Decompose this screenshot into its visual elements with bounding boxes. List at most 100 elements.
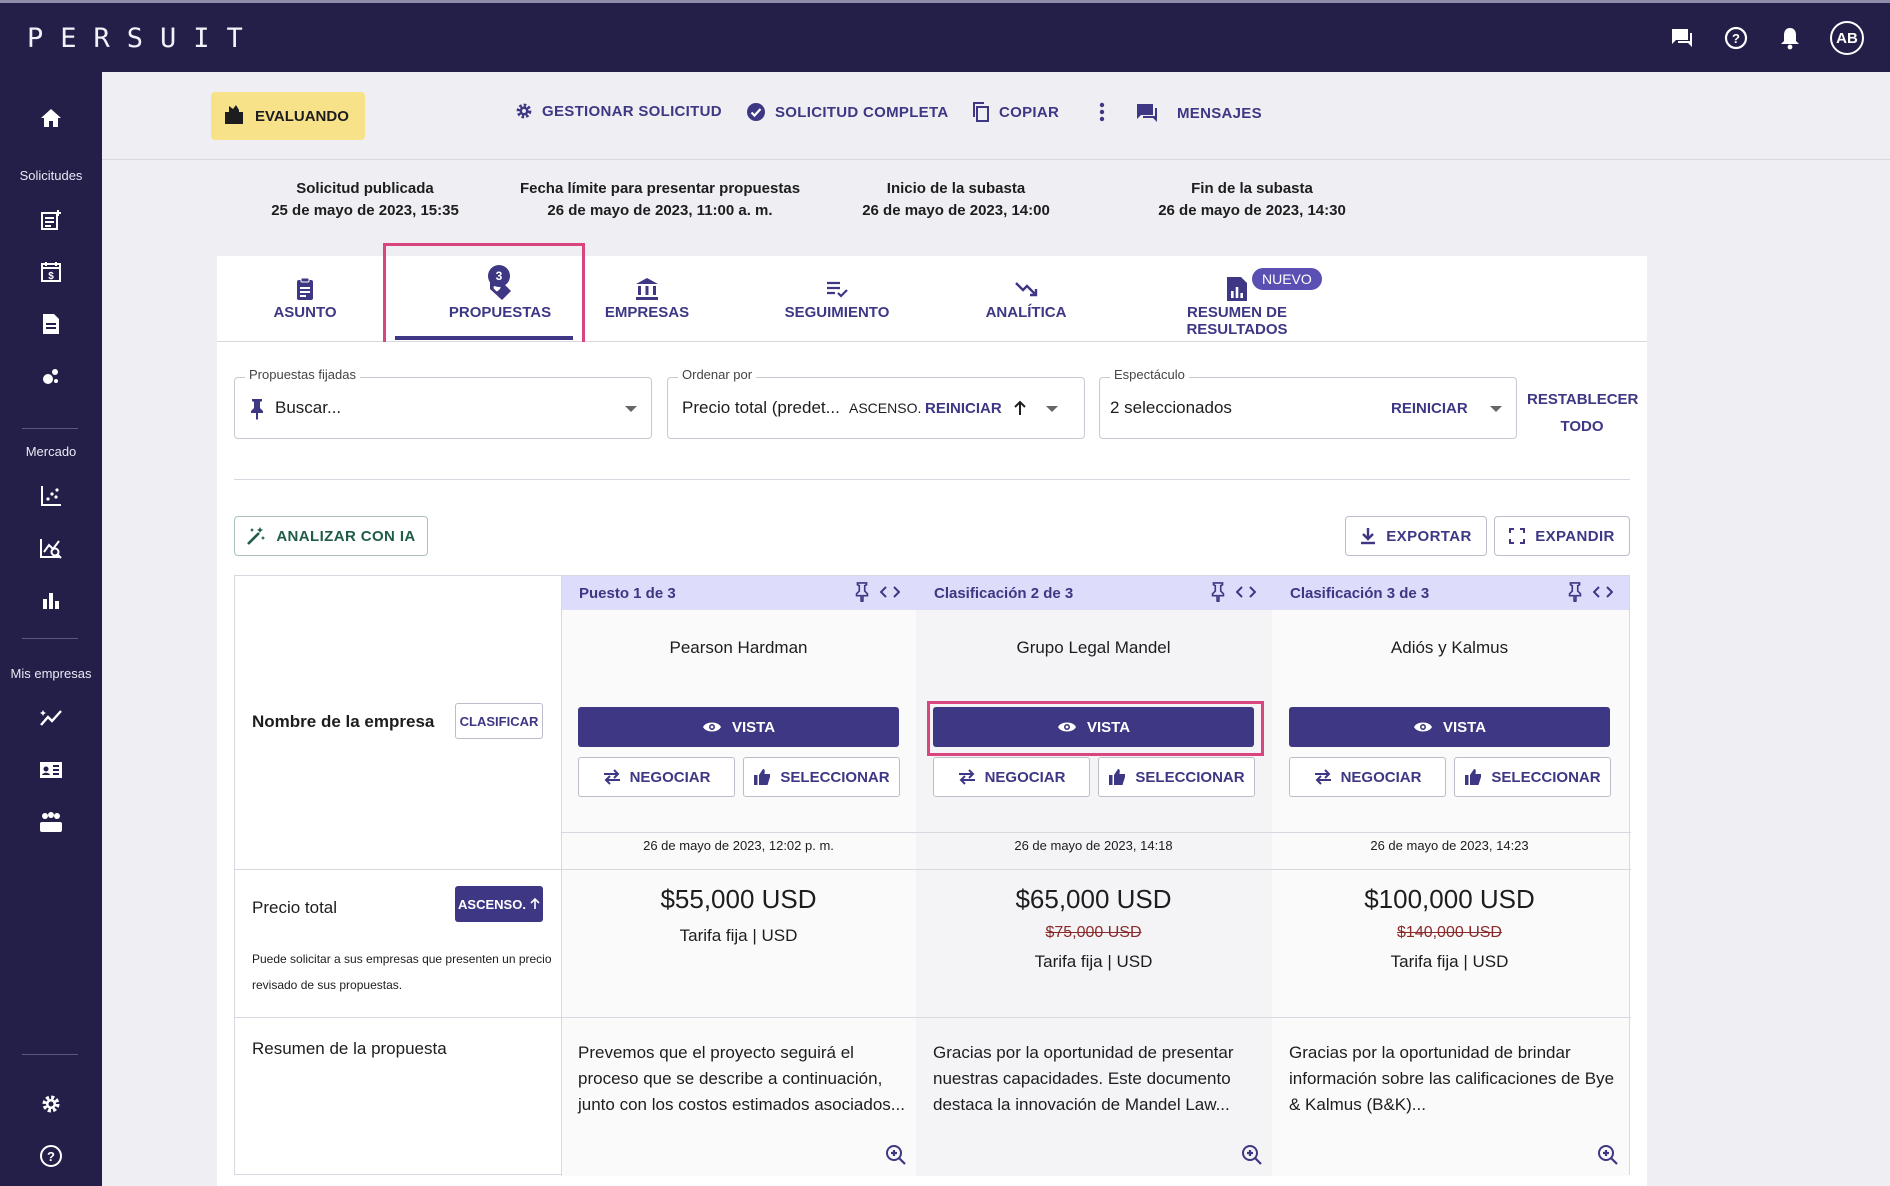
tab-asunto[interactable]: ASUNTO bbox=[255, 274, 355, 321]
request-action-bar: EVALUANDO GESTIONAR SOLICITUD SOLICITUD … bbox=[102, 72, 1890, 160]
tab-analitica[interactable]: ANALÍTICA bbox=[971, 274, 1081, 321]
date-auction-end-value: 26 de mayo de 2023, 14:30 bbox=[1158, 202, 1346, 219]
zoom-in-icon[interactable] bbox=[885, 1144, 907, 1166]
pin-icon[interactable] bbox=[854, 582, 870, 602]
settings-gear-icon[interactable] bbox=[31, 1086, 71, 1122]
proposal-2-fee-type: Tarifa fija | USD bbox=[1034, 952, 1153, 971]
swap-icon bbox=[958, 769, 975, 785]
pinned-proposals-label: Propuestas fijadas bbox=[245, 367, 360, 382]
row-divider bbox=[235, 869, 1631, 870]
tab-empresas[interactable]: EMPRESAS bbox=[597, 274, 697, 321]
status-chip: EVALUANDO bbox=[211, 92, 365, 140]
user-avatar[interactable]: AB bbox=[1830, 21, 1864, 55]
proposal-1-negotiate-button[interactable]: NEGOCIAR bbox=[578, 757, 735, 797]
move-arrows-icon[interactable] bbox=[1593, 586, 1613, 598]
help-icon[interactable]: ? bbox=[1722, 24, 1750, 52]
evaluating-icon bbox=[223, 103, 245, 129]
pinned-proposals-field[interactable]: Buscar... bbox=[234, 377, 652, 439]
rank-button[interactable]: CLASIFICAR bbox=[455, 703, 543, 739]
top-bar: PERSUIT ? AB bbox=[0, 0, 1890, 72]
manage-request-button[interactable]: GESTIONAR SOLICITUD bbox=[515, 102, 722, 120]
document-icon[interactable] bbox=[31, 306, 71, 342]
arrow-up-icon[interactable] bbox=[1013, 400, 1027, 416]
proposal-1-firm: Pearson Hardman bbox=[669, 638, 808, 657]
persuit-logo[interactable]: PERSUIT bbox=[27, 23, 260, 54]
trend-sparkle-icon[interactable] bbox=[31, 700, 71, 736]
copy-icon bbox=[973, 102, 989, 122]
proposal-2-original-price: $75,000 USD bbox=[1045, 924, 1142, 941]
proposal-3-select-button[interactable]: SELECCIONAR bbox=[1454, 757, 1611, 797]
show-filter-label: Espectáculo bbox=[1110, 367, 1189, 382]
messages-button[interactable]: MENSAJES bbox=[1134, 102, 1262, 124]
reset-all-label-2: TODO bbox=[1560, 418, 1604, 435]
market-scatter-icon[interactable] bbox=[31, 478, 71, 514]
proposal-3-firm: Adiós y Kalmus bbox=[1390, 638, 1509, 657]
svg-text:$: $ bbox=[48, 271, 54, 282]
complete-request-button[interactable]: SOLICITUD COMPLETA bbox=[746, 102, 948, 122]
column-divider bbox=[561, 576, 562, 1176]
move-arrows-icon[interactable] bbox=[1236, 586, 1256, 598]
proposal-1-fee-type: Tarifa fija | USD bbox=[679, 926, 798, 945]
reset-all-button[interactable]: RESTABLECER TODO bbox=[1527, 386, 1638, 440]
complete-request-label: SOLICITUD COMPLETA bbox=[775, 103, 949, 121]
eye-icon bbox=[1413, 722, 1432, 732]
sort-reset-button[interactable]: REINICIAR bbox=[925, 400, 1002, 417]
show-filter-field[interactable]: 2 seleccionados REINICIAR bbox=[1099, 377, 1517, 439]
zoom-in-icon[interactable] bbox=[1241, 1144, 1263, 1166]
firm-card-icon[interactable] bbox=[31, 752, 71, 788]
date-auction-start-label: Inicio de la subasta bbox=[886, 180, 1026, 197]
proposal-3-view-button[interactable]: VISTA bbox=[1289, 707, 1610, 747]
date-published-label: Solicitud publicada bbox=[296, 180, 434, 197]
svg-text:?: ? bbox=[47, 1149, 55, 1164]
move-arrows-icon[interactable] bbox=[880, 586, 900, 598]
proposals-content: Buscar... Propuestas fijadas Precio tota… bbox=[217, 342, 1647, 1186]
pin-icon[interactable] bbox=[1210, 582, 1226, 602]
proposal-2-select-button[interactable]: SELECCIONAR bbox=[1098, 757, 1255, 797]
total-price-row-label: Precio total bbox=[252, 898, 338, 917]
copy-button[interactable]: COPIAR bbox=[972, 102, 1059, 122]
show-reset-button[interactable]: REINICIAR bbox=[1391, 400, 1468, 417]
proposal-2-negotiate-button[interactable]: NEGOCIAR bbox=[933, 757, 1090, 797]
bubbles-icon[interactable] bbox=[31, 358, 71, 394]
negotiate-label: NEGOCIAR bbox=[1340, 768, 1422, 786]
proposal-1-select-button[interactable]: SELECCIONAR bbox=[743, 757, 900, 797]
home-icon[interactable] bbox=[31, 100, 71, 136]
proposal-1-view-button[interactable]: VISTA bbox=[578, 707, 899, 747]
trending-down-icon bbox=[971, 274, 1081, 304]
proposal-2-submitted: 26 de mayo de 2023, 14:18 bbox=[1014, 838, 1173, 853]
expand-button[interactable]: EXPANDIR bbox=[1494, 516, 1630, 556]
team-icon[interactable] bbox=[31, 804, 71, 840]
tab-seguimiento[interactable]: SEGUIMIENTO bbox=[772, 274, 902, 321]
arrow-up-icon bbox=[530, 898, 540, 909]
help-circle-icon[interactable]: ? bbox=[31, 1138, 71, 1174]
date-deadline-value: 26 de mayo de 2023, 11:00 a. m. bbox=[547, 202, 773, 219]
ascending-sort-button[interactable]: ASCENSO. bbox=[455, 886, 543, 922]
divider bbox=[234, 479, 1630, 480]
analyze-ai-button[interactable]: ANALIZAR CON IA bbox=[234, 516, 428, 556]
market-search-icon[interactable] bbox=[31, 530, 71, 566]
new-request-icon[interactable] bbox=[31, 202, 71, 238]
svg-text:?: ? bbox=[1732, 31, 1740, 46]
pin-icon[interactable] bbox=[1567, 582, 1583, 602]
auction-calendar-icon[interactable]: $ bbox=[31, 254, 71, 290]
tab-resumen-resultados-label: RESUMEN DE RESULTADOS bbox=[1186, 304, 1288, 338]
proposal-1-price: $55,000 USD bbox=[660, 884, 817, 914]
sidebar-section-mercado: Mercado bbox=[25, 444, 77, 459]
sidebar-section-solicitudes: Solicitudes bbox=[19, 168, 83, 183]
more-options-button[interactable] bbox=[1099, 102, 1105, 122]
summary-row-label: Resumen de la propuesta bbox=[252, 1039, 447, 1058]
bar-chart-icon[interactable] bbox=[31, 582, 71, 618]
tab-asunto-label: ASUNTO bbox=[273, 304, 337, 321]
proposal-3-negotiate-button[interactable]: NEGOCIAR bbox=[1289, 757, 1446, 797]
proposal-3-summary: Gracias por la oportunidad de brindar in… bbox=[1289, 1043, 1615, 1114]
row-divider bbox=[561, 832, 1631, 833]
export-button[interactable]: EXPORTAR bbox=[1345, 516, 1487, 556]
sidebar-divider bbox=[22, 638, 78, 639]
bell-icon[interactable] bbox=[1776, 24, 1804, 52]
chat-icon[interactable] bbox=[1668, 24, 1696, 52]
select-label: SELECCIONAR bbox=[1135, 768, 1245, 786]
clipboard-icon bbox=[255, 274, 355, 304]
negotiate-label: NEGOCIAR bbox=[984, 768, 1066, 786]
zoom-in-icon[interactable] bbox=[1597, 1144, 1619, 1166]
sort-by-field[interactable]: Precio total (predet... ASCENSO. REINICI… bbox=[667, 377, 1085, 439]
